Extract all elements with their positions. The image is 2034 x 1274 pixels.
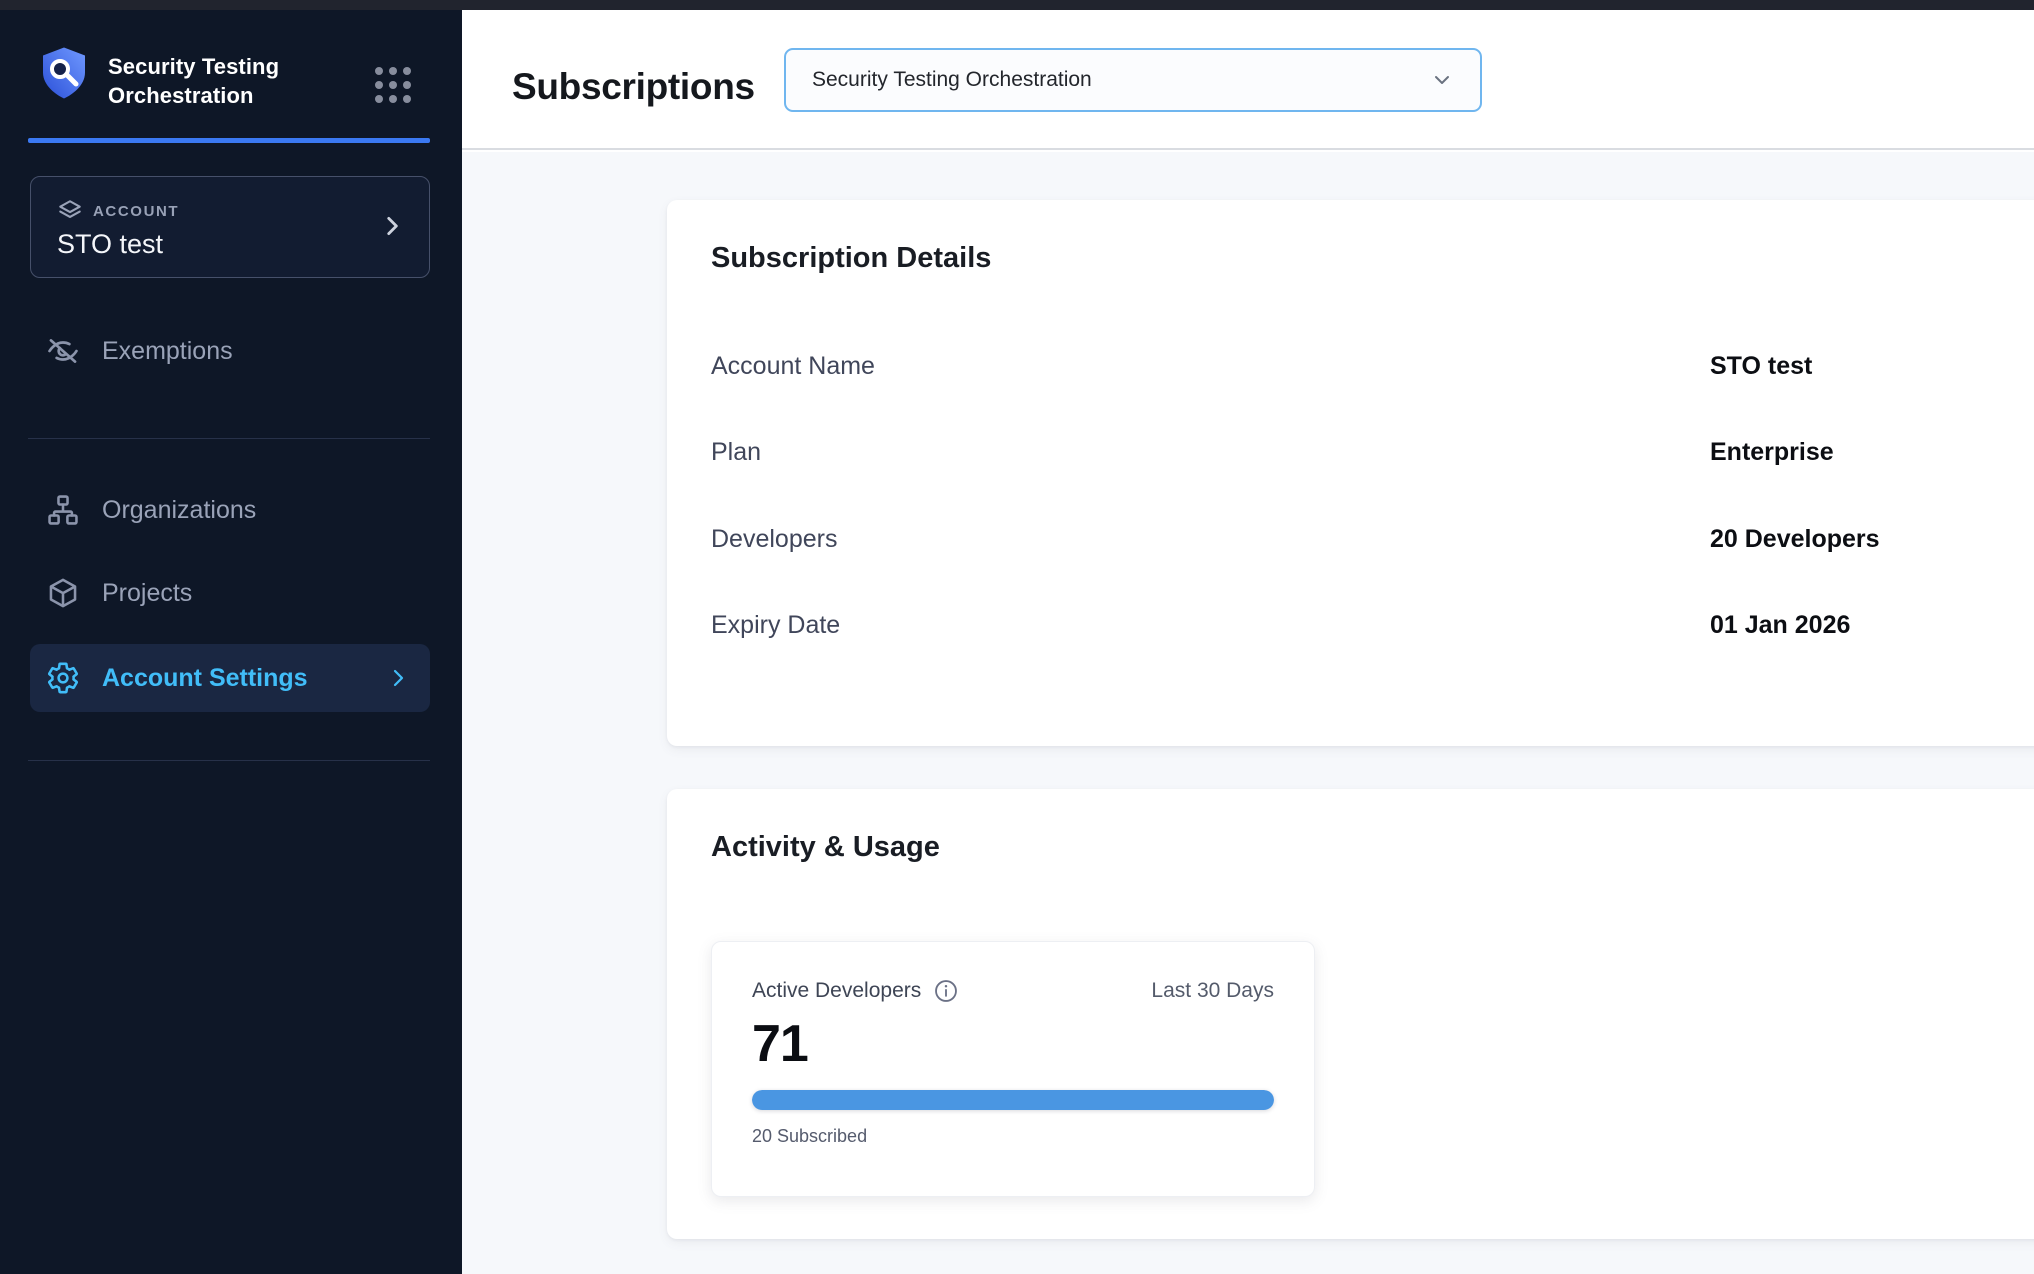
sidebar-divider [28,438,430,439]
sidebar-item-label: Account Settings [102,664,308,693]
detail-label: Account Name [711,352,875,381]
detail-row-expiry-date: Expiry Date 01 Jan 2026 [711,611,1978,645]
chevron-right-icon [386,666,410,690]
sidebar-item-account-settings[interactable]: Account Settings [30,644,430,712]
window-top-strip [0,0,2034,10]
layers-icon [57,198,83,224]
stat-header-row: Active Developers Last 30 Days [752,978,1274,1004]
module-select-dropdown[interactable]: Security Testing Orchestration [784,48,1482,112]
sidebar: Security Testing Orchestration ACCOUNT S… [0,10,462,1274]
chevron-right-icon [379,213,405,239]
cube-icon [46,576,80,610]
detail-row-plan: Plan Enterprise [711,438,1978,472]
detail-label: Developers [711,525,837,554]
sto-shield-logo-icon [40,46,88,100]
detail-label: Plan [711,438,761,467]
active-developers-stat-card: Active Developers Last 30 Days 71 20 Sub… [711,941,1315,1197]
page-title: Subscriptions [512,66,755,108]
detail-value: STO test [1710,352,1812,381]
sidebar-item-projects[interactable]: Projects [30,559,430,627]
activity-usage-title: Activity & Usage [711,831,940,864]
account-scope-card[interactable]: ACCOUNT STO test [30,176,430,278]
gear-icon [46,661,80,695]
brand-underline [28,138,430,143]
info-icon[interactable] [933,978,959,1004]
detail-row-account-name: Account Name STO test [711,352,1978,386]
app-window: Security Testing Orchestration ACCOUNT S… [0,0,2034,1274]
sidebar-item-exemptions[interactable]: Exemptions [30,317,430,385]
page-header: Subscriptions Security Testing Orchestra… [462,10,2034,150]
content-area: Subscription Details Account Name STO te… [462,152,2034,1274]
detail-label: Expiry Date [711,611,840,640]
detail-value: 01 Jan 2026 [1710,611,1850,640]
detail-row-developers: Developers 20 Developers [711,525,1978,559]
sidebar-item-label: Projects [102,579,192,608]
module-select-value: Security Testing Orchestration [812,68,1092,92]
sidebar-item-label: Organizations [102,496,256,525]
account-name: STO test [57,229,163,260]
active-developers-label: Active Developers [752,979,921,1003]
subscribed-count-label: 20 Subscribed [752,1126,1274,1147]
sidebar-divider [28,760,430,761]
active-developers-count: 71 [752,1014,1274,1074]
account-scope-label: ACCOUNT [93,203,179,220]
org-chart-icon [46,493,80,527]
subscription-details-card: Subscription Details Account Name STO te… [667,200,2034,746]
sidebar-item-organizations[interactable]: Organizations [30,476,430,544]
detail-value: Enterprise [1710,438,1834,467]
module-title: Security Testing Orchestration [108,52,358,110]
eye-off-icon [46,334,80,368]
chevron-down-icon [1430,68,1454,92]
module-switcher-grid-icon[interactable] [372,64,414,106]
active-developers-progress-fill [752,1090,1274,1110]
sidebar-item-label: Exemptions [102,337,233,366]
subscription-details-title: Subscription Details [711,242,991,275]
active-developers-progress-track [752,1090,1274,1110]
stat-period-label: Last 30 Days [1151,979,1274,1003]
activity-usage-card: Activity & Usage Active Developers Last … [667,789,2034,1239]
detail-value: 20 Developers [1710,525,1880,554]
